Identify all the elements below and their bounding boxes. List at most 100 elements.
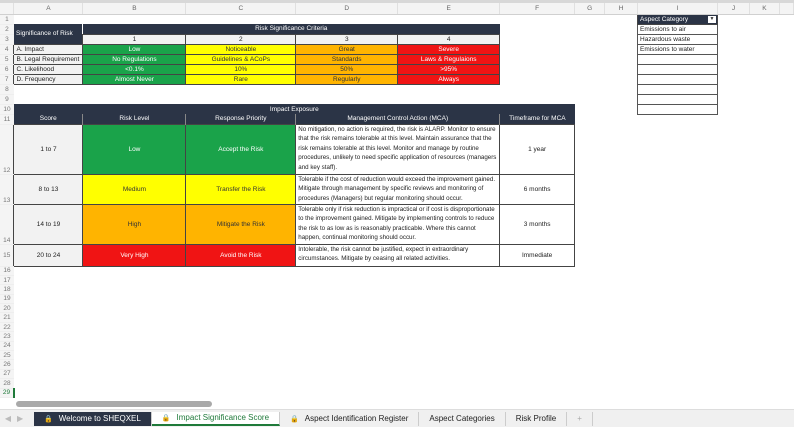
criteria-cell[interactable]: Almost Never xyxy=(82,73,187,85)
column-header[interactable]: H xyxy=(604,3,639,15)
row-header[interactable]: 23 xyxy=(0,331,14,342)
row-header[interactable]: 4 xyxy=(0,44,14,55)
aspect-item-empty[interactable] xyxy=(637,83,718,95)
column-header[interactable]: D xyxy=(295,3,399,15)
score-cell[interactable]: 20 to 24 xyxy=(13,243,84,267)
column-header[interactable]: K xyxy=(749,3,780,15)
row-header[interactable]: 2 xyxy=(0,24,14,35)
criteria-cell[interactable]: 50% xyxy=(295,63,399,75)
tab-aspect-categories[interactable]: Aspect Categories xyxy=(419,411,506,426)
aspect-item[interactable]: Emissions to water xyxy=(637,43,718,55)
criteria-cell[interactable]: Noticeable xyxy=(185,43,297,55)
criteria-cell[interactable]: Standards xyxy=(295,53,399,65)
row-header[interactable]: 19 xyxy=(0,294,14,305)
tab-scroll-arrows-icon[interactable]: ◀▶ xyxy=(0,414,34,423)
score-cell[interactable]: 8 to 13 xyxy=(13,173,84,205)
add-sheet-button[interactable]: + xyxy=(567,411,593,426)
horizontal-scrollbar[interactable] xyxy=(16,401,212,407)
criteria-cell[interactable]: Rare xyxy=(185,73,297,85)
row-header[interactable]: 16 xyxy=(0,266,14,276)
aspect-item-empty[interactable] xyxy=(637,73,718,85)
spreadsheet-grid[interactable]: A B C D E F G H I J K 1 Aspect Category ▼ … xyxy=(0,3,794,398)
timeframe-cell[interactable]: 3 months xyxy=(499,203,576,245)
risk-level-cell[interactable]: Low xyxy=(82,123,187,175)
criteria-cell[interactable]: >95% xyxy=(397,63,501,75)
row-header[interactable]: 21 xyxy=(0,312,14,323)
aspect-item-empty[interactable] xyxy=(637,63,718,75)
risk-level-cell[interactable]: High xyxy=(82,203,187,245)
row-header[interactable]: 18 xyxy=(0,284,14,295)
column-header[interactable]: B xyxy=(82,3,187,15)
aspect-item-empty[interactable] xyxy=(637,93,718,105)
mca-cell[interactable]: Tolerable if the cost of reduction would… xyxy=(295,173,501,205)
criteria-cell[interactable]: Laws & Regulaions xyxy=(397,53,501,65)
row-header[interactable]: 13 xyxy=(0,174,14,205)
row-header[interactable]: 28 xyxy=(0,378,14,389)
row-header[interactable]: 8 xyxy=(0,84,14,95)
score-cell[interactable]: 1 to 7 xyxy=(13,123,84,175)
row-header[interactable]: 1 xyxy=(0,14,14,25)
criteria-cell[interactable]: 10% xyxy=(185,63,297,75)
criteria-cell[interactable]: Regularly xyxy=(295,73,399,85)
filter-dropdown-icon[interactable]: ▼ xyxy=(708,15,716,23)
row-header[interactable]: 5 xyxy=(0,54,14,65)
criteria-cell[interactable]: Always xyxy=(397,73,501,85)
criteria-cell[interactable]: Guidelines & ACoPs xyxy=(185,53,297,65)
column-header[interactable]: E xyxy=(397,3,501,15)
response-priority-cell[interactable]: Avoid the Risk xyxy=(185,243,297,267)
column-header[interactable]: I xyxy=(637,3,718,15)
row-header[interactable]: 29 xyxy=(0,388,15,398)
lock-icon: 🔒 xyxy=(44,415,53,423)
mca-cell[interactable]: No mitigation, no action is required, th… xyxy=(295,123,501,175)
mca-cell[interactable]: Tolerable only if risk reduction is impr… xyxy=(295,203,501,245)
criteria-cell[interactable]: Severe xyxy=(397,43,501,55)
aspect-item[interactable]: Emissions to air xyxy=(637,23,718,35)
row-header[interactable]: 10 xyxy=(0,104,14,115)
row-header[interactable]: 9 xyxy=(0,94,14,105)
criteria-cell[interactable]: Great xyxy=(295,43,399,55)
criteria-cell[interactable]: No Regulations xyxy=(82,53,187,65)
aspect-item-empty[interactable] xyxy=(637,53,718,65)
level-header: 1 xyxy=(82,33,187,45)
row-header[interactable]: 20 xyxy=(0,303,14,314)
row-header[interactable]: 11 xyxy=(0,114,14,125)
timeframe-cell[interactable]: 1 year xyxy=(499,123,576,175)
column-header[interactable]: A xyxy=(13,3,84,15)
aspect-item[interactable]: Hazardous waste xyxy=(637,33,718,45)
timeframe-cell[interactable]: Immediate xyxy=(499,243,576,267)
column-header[interactable]: C xyxy=(185,3,297,15)
response-priority-cell[interactable]: Accept the Risk xyxy=(185,123,297,175)
tab-impact-significance-score[interactable]: 🔒 Impact Significance Score xyxy=(151,411,281,426)
column-header[interactable]: J xyxy=(717,3,750,15)
row-header[interactable]: 12 xyxy=(0,124,14,175)
criteria-label: C. Likelihood xyxy=(13,63,84,75)
row-header[interactable]: 22 xyxy=(0,322,14,333)
row-header[interactable]: 3 xyxy=(0,34,14,45)
criteria-cell[interactable]: <0.1% xyxy=(82,63,187,75)
aspect-item-empty[interactable] xyxy=(637,103,718,115)
row-header[interactable]: 27 xyxy=(0,369,14,380)
risk-level-cell[interactable]: Medium xyxy=(82,173,187,205)
response-priority-cell[interactable]: Transfer the Risk xyxy=(185,173,297,205)
select-all[interactable] xyxy=(0,3,15,15)
column-header[interactable]: F xyxy=(499,3,576,15)
mca-cell[interactable]: Intolerable, the risk cannot be justifie… xyxy=(295,243,501,267)
row-header[interactable]: 25 xyxy=(0,350,14,361)
aspect-header: Aspect Category ▼ xyxy=(637,13,718,25)
tab-welcome[interactable]: 🔒 Welcome to SHEQXEL xyxy=(34,411,152,426)
score-cell[interactable]: 14 to 19 xyxy=(13,203,84,245)
criteria-cell[interactable]: Low xyxy=(82,43,187,55)
row-header[interactable]: 7 xyxy=(0,74,14,85)
row-header[interactable]: 6 xyxy=(0,64,14,75)
column-header[interactable]: G xyxy=(574,3,606,15)
row-header[interactable]: 14 xyxy=(0,204,14,245)
row-header[interactable]: 24 xyxy=(0,341,14,352)
row-header[interactable]: 17 xyxy=(0,275,14,286)
row-header[interactable]: 15 xyxy=(0,244,14,267)
tab-risk-profile[interactable]: Risk Profile xyxy=(506,411,568,426)
tab-aspect-identification-register[interactable]: 🔒 Aspect Identification Register xyxy=(280,411,420,426)
risk-level-cell[interactable]: Very High xyxy=(82,243,187,267)
row-header[interactable]: 26 xyxy=(0,359,14,370)
timeframe-cell[interactable]: 6 months xyxy=(499,173,576,205)
response-priority-cell[interactable]: Mitigate the Risk xyxy=(185,203,297,245)
